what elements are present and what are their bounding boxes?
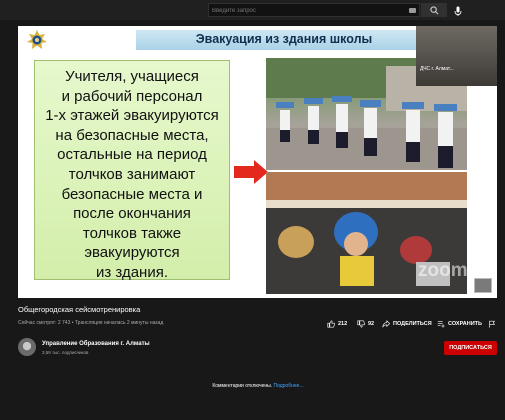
like-button[interactable]: 212	[327, 320, 347, 328]
zoom-watermark: zoom	[418, 260, 468, 281]
video-player[interactable]: Эвакуация из здания школы Учителя, учащи…	[18, 26, 497, 298]
masthead	[0, 0, 505, 20]
share-label: ПОДЕЛИТЬСЯ	[393, 321, 432, 327]
slide-title: Эвакуация из здания школы	[195, 32, 373, 46]
search-icon	[430, 6, 439, 15]
subscribe-button[interactable]: ПОДПИСАТЬСЯ	[444, 341, 497, 355]
report-button[interactable]	[488, 320, 499, 328]
like-count: 212	[338, 321, 348, 327]
flag-icon	[489, 320, 495, 328]
emergency-service-emblem-icon	[27, 30, 47, 49]
subscriber-count: 3,59 тыс. подписчиков	[42, 350, 89, 355]
slide-text: Учителя, учащиеся и рабочий персонал 1-х…	[45, 68, 219, 281]
thumbs-up-icon	[327, 320, 335, 328]
webcam-label: ДЧС г. Алмат...	[420, 66, 454, 72]
voice-search-button[interactable]	[452, 4, 464, 16]
share-icon	[382, 320, 390, 328]
dislike-count: 92	[368, 321, 375, 327]
keyboard-icon[interactable]	[409, 8, 416, 13]
microphone-icon	[454, 6, 462, 16]
learn-more-link[interactable]: Подробнее...	[274, 383, 304, 389]
search-button[interactable]	[421, 3, 447, 17]
participant-thumbnail	[474, 278, 492, 293]
webcam-overlay	[416, 26, 497, 86]
search-box[interactable]	[208, 3, 420, 17]
channel-name[interactable]: Управление Образования г. Алматы	[42, 341, 150, 347]
dislike-button[interactable]: 92	[357, 320, 374, 328]
search-input[interactable]	[212, 5, 402, 16]
add-to-playlist-icon	[437, 321, 445, 328]
presentation-slide: Эвакуация из здания школы Учителя, учащи…	[18, 26, 497, 298]
thumbs-down-icon	[357, 320, 365, 328]
right-arrow-icon	[234, 160, 268, 184]
save-button[interactable]: СОХРАНИТЬ	[437, 320, 482, 328]
video-title: Общегородская сейсмотренировка	[18, 305, 141, 314]
comments-disabled-notice: Комментарии отключены. Подробнее...	[0, 383, 505, 389]
channel-avatar[interactable]	[18, 338, 36, 356]
comments-disabled-text: Комментарии отключены.	[212, 383, 273, 389]
video-meta: Сейчас смотрят: 2 743 • Трансляция начал…	[18, 320, 164, 326]
share-button[interactable]: ПОДЕЛИТЬСЯ	[382, 320, 432, 328]
save-label: СОХРАНИТЬ	[448, 321, 482, 327]
